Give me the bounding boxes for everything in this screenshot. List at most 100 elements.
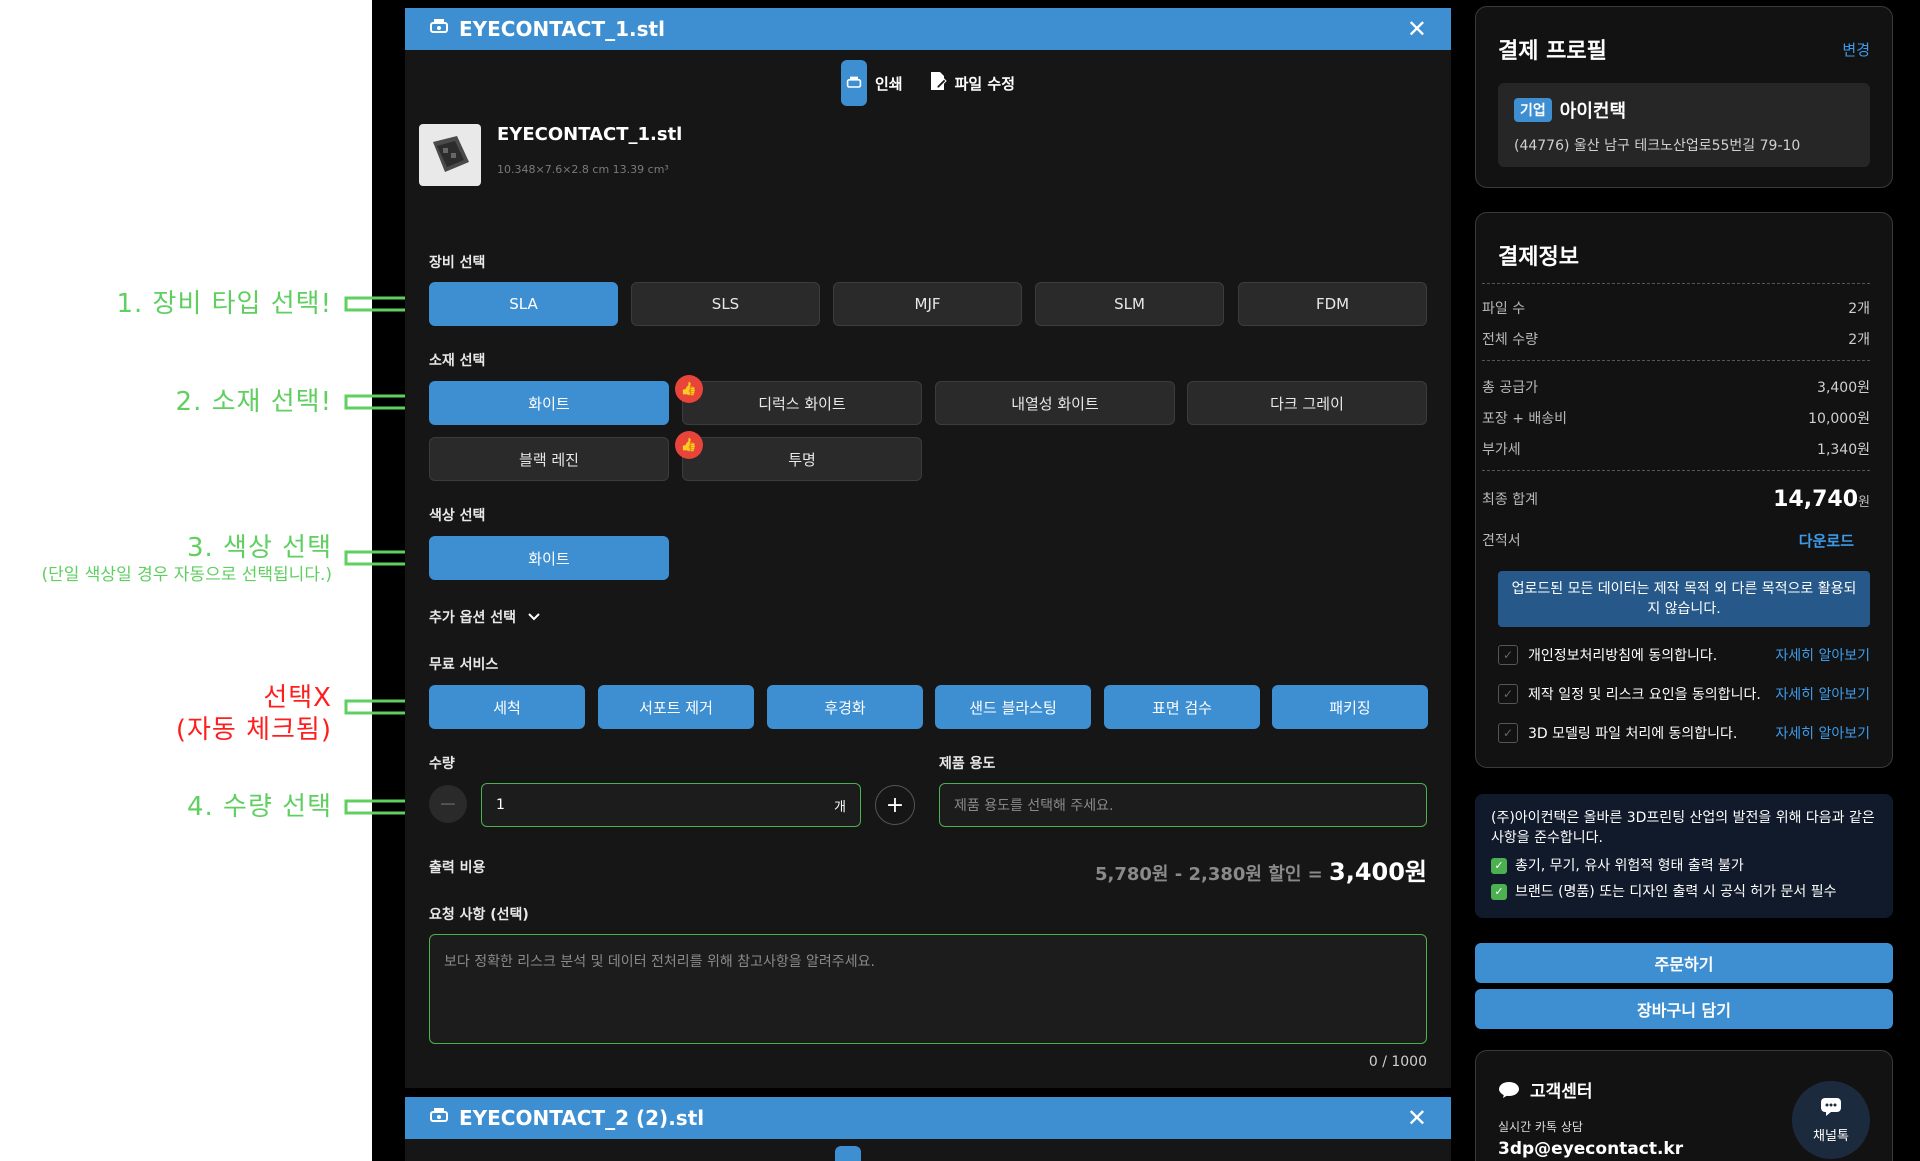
request-placeholder: 보다 정확한 리스크 분석 및 데이터 전처리를 위해 참고사항을 알려주세요. — [444, 954, 875, 970]
row-label: 파일 수 — [1482, 300, 1526, 317]
file-panel-2-header[interactable]: EYECONTACT_2 (2).stl ✕ — [405, 1097, 1451, 1139]
file-panel-2-body — [405, 1139, 1451, 1161]
tab-edit-file-label: 파일 수정 — [954, 74, 1016, 93]
final-total-row: 최종 합계 14,740원 — [1482, 481, 1870, 517]
extra-options-toggle[interactable]: 추가 옵션 선택 — [429, 607, 540, 627]
close-icon[interactable]: ✕ — [1407, 15, 1427, 43]
add-to-cart-button[interactable]: 장바구니 담기 — [1475, 989, 1893, 1029]
material-transparent-button[interactable]: 투명 — [682, 437, 922, 481]
profile-change-link[interactable]: 변경 — [1842, 39, 1870, 60]
request-counter: 0 / 1000 — [1368, 1054, 1427, 1070]
agreement-schedule-link[interactable]: 자세히 알아보기 — [1775, 684, 1870, 704]
panel-2-title: EYECONTACT_2 (2).stl — [459, 1106, 705, 1130]
channel-talk-button[interactable]: 채널톡 — [1792, 1081, 1870, 1159]
equipment-sls-button[interactable]: SLS — [631, 282, 820, 326]
printer-icon — [429, 1106, 449, 1130]
equipment-fdm-button[interactable]: FDM — [1238, 282, 1427, 326]
payment-profile-card: 결제 프로필 변경 기업 아이컨택 (44776) 울산 남구 테크노산업로55… — [1475, 6, 1893, 188]
quote-label: 견적서 — [1482, 533, 1521, 549]
request-label: 요청 사항 (선택) — [429, 907, 529, 923]
row-label: 포장 + 배송비 — [1482, 410, 1568, 427]
printer-icon — [429, 17, 449, 41]
annotation-step4: 4. 수량 선택 — [186, 792, 332, 822]
compliance-item-text: 브랜드 (명품) 또는 디자인 출력 시 공식 허가 문서 필수 — [1515, 884, 1837, 900]
quote-download-link[interactable]: 다운로드 — [1799, 530, 1854, 551]
support-title: 고객센터 — [1530, 1082, 1593, 1102]
support-card: 고객센터 실시간 카톡 상담 3dp@eyecontact.kr 채널톡 — [1475, 1050, 1893, 1161]
service-support-removal-button[interactable]: 서포트 제거 — [598, 685, 754, 729]
model-thumbnail — [419, 124, 481, 186]
tab-edit-file[interactable]: 파일 수정 — [929, 71, 1015, 95]
agreement-privacy-link[interactable]: 자세히 알아보기 — [1775, 645, 1870, 665]
cost-label: 출력 비용 — [429, 860, 486, 876]
service-surface-inspection-button[interactable]: 표면 검수 — [1104, 685, 1260, 729]
check-icon: ✓ — [1491, 858, 1507, 874]
equipment-slm-button[interactable]: SLM — [1035, 282, 1224, 326]
talk-icon — [1498, 1081, 1520, 1099]
close-icon[interactable]: ✕ — [1407, 1104, 1427, 1132]
row-label: 총 공급가 — [1482, 379, 1538, 396]
agreement-privacy: ✓ 개인정보처리방침에 동의합니다. 자세히 알아보기 — [1498, 635, 1870, 674]
panel-2-tab-indicator[interactable] — [835, 1146, 861, 1161]
service-sandblasting-button[interactable]: 샌드 블라스팅 — [935, 685, 1091, 729]
annotation-column: 1. 장비 타입 선택! 2. 소재 선택! 3. 색상 선택 (단일 색상일 … — [0, 0, 372, 1161]
service-packaging-button[interactable]: 패키징 — [1272, 685, 1428, 729]
payment-info-card: 결제정보 파일 수 2개 전체 수량 2개 총 공급가 3,400원 포장 + 배송비… — [1475, 212, 1893, 768]
tab-print-label: 인쇄 — [874, 74, 903, 93]
company-badge: 기업 — [1514, 98, 1552, 122]
material-heat-resistant-white-button[interactable]: 내열성 화이트 — [935, 381, 1175, 425]
file-info: EYECONTACT_1.stl 10.348×7.6×2.8 cm 13.39… — [419, 124, 682, 186]
cost-value: 5,780원 - 2,380원 할인 = 3,400원 — [1095, 852, 1427, 887]
final-total-label: 최종 합계 — [1482, 492, 1538, 508]
panel-header: EYECONTACT_1.stl ✕ — [405, 8, 1451, 50]
compliance-box: (주)아이컨택은 올바른 3D프린팅 산업의 발전을 위해 다음과 같은 사항을… — [1475, 794, 1893, 918]
agreement-modeling-link[interactable]: 자세히 알아보기 — [1775, 723, 1870, 743]
row-value: 2개 — [1848, 300, 1870, 317]
panel-title: EYECONTACT_1.stl — [459, 17, 665, 41]
purpose-select[interactable]: 제품 용도를 선택해 주세요. — [939, 783, 1427, 827]
modeling-checkbox[interactable]: ✓ — [1498, 722, 1518, 743]
row-value: 1,340원 — [1817, 441, 1870, 458]
compliance-item: ✓ 브랜드 (명품) 또는 디자인 출력 시 공식 허가 문서 필수 — [1491, 882, 1877, 902]
thumbs-up-icon: 👍 — [675, 375, 703, 403]
material-white-button[interactable]: 화이트 — [429, 381, 669, 425]
channel-talk-label: 채널톡 — [1813, 1128, 1849, 1144]
equipment-mjf-button[interactable]: MJF — [833, 282, 1022, 326]
compliance-item: ✓ 총기, 무기, 유사 위험적 형태 출력 불가 — [1491, 856, 1877, 876]
equipment-sla-button[interactable]: SLA — [429, 282, 618, 326]
payment-title: 결제정보 — [1498, 245, 1579, 270]
row-value: 3,400원 — [1817, 379, 1870, 396]
material-dark-gray-button[interactable]: 다크 그레이 — [1187, 381, 1427, 425]
annotation-auto-line1: 선택X — [263, 683, 332, 713]
agreement-schedule: ✓ 제작 일정 및 리스크 요인을 동의합니다. 자세히 알아보기 — [1498, 674, 1870, 713]
color-white-button[interactable]: 화이트 — [429, 536, 669, 580]
service-post-cure-button[interactable]: 후경화 — [767, 685, 923, 729]
service-wash-button[interactable]: 세척 — [429, 685, 585, 729]
agreement-modeling: ✓ 3D 모델링 파일 처리에 동의합니다. 자세히 알아보기 — [1498, 713, 1870, 752]
annotation-step3-sub: (단일 색상일 경우 자동으로 선택됩니다.) — [41, 565, 332, 585]
annotation-step3: 3. 색상 선택 (단일 색상일 경우 자동으로 선택됩니다.) — [41, 532, 332, 586]
file-panel: EYECONTACT_1.stl ✕ 인쇄 파일 수정 EYECONTACT_1… — [405, 8, 1451, 1088]
request-textarea[interactable]: 보다 정확한 리스크 분석 및 데이터 전처리를 위해 참고사항을 알려주세요. — [429, 934, 1427, 1044]
quantity-decrement-button[interactable]: − — [429, 785, 467, 823]
cost-formula: 5,780원 - 2,380원 할인 = — [1095, 864, 1329, 885]
printer-icon — [840, 60, 867, 106]
final-total-number: 14,740 — [1773, 486, 1859, 512]
tab-print[interactable]: 인쇄 — [840, 60, 903, 106]
schedule-checkbox[interactable]: ✓ — [1498, 683, 1518, 704]
material-black-resin-button[interactable]: 블랙 레진 — [429, 437, 669, 481]
thumbs-up-icon: 👍 — [675, 431, 703, 459]
payment-row: 파일 수 2개 — [1482, 292, 1870, 323]
data-usage-notice: 업로드된 모든 데이터는 제작 목적 외 다른 목적으로 활용되지 않습니다. — [1498, 571, 1870, 627]
order-button[interactable]: 주문하기 — [1475, 943, 1893, 983]
row-label: 전체 수량 — [1482, 331, 1538, 348]
file-name: EYECONTACT_1.stl — [497, 124, 683, 145]
final-total-value: 14,740원 — [1773, 487, 1870, 512]
profile-box: 기업 아이컨택 (44776) 울산 남구 테크노산업로55번길 79-10 — [1498, 83, 1870, 167]
material-deluxe-white-button[interactable]: 디럭스 화이트 — [682, 381, 922, 425]
file-dimensions: 10.348×7.6×2.8 cm 13.39 cm³ — [497, 163, 669, 176]
quantity-input[interactable]: 1 개 — [481, 783, 861, 827]
privacy-checkbox[interactable]: ✓ — [1498, 644, 1518, 665]
agreement-text: 3D 모델링 파일 처리에 동의합니다. — [1528, 725, 1738, 742]
quantity-increment-button[interactable]: + — [875, 785, 915, 825]
